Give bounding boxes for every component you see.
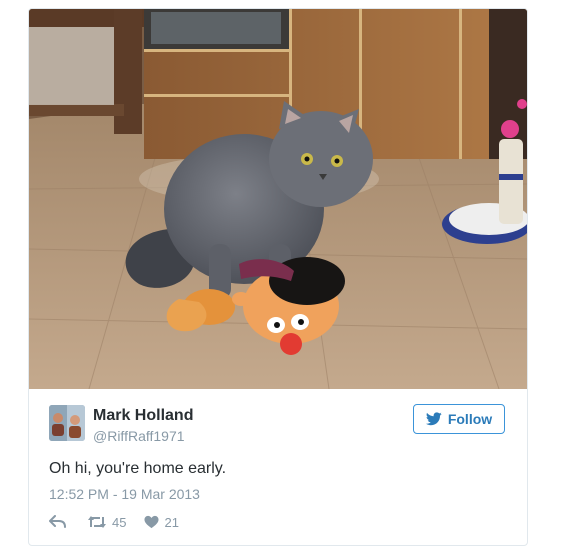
like-count: 21 [164,514,179,530]
author-name[interactable]: Mark Holland [93,407,193,425]
like-button[interactable]: 21 [144,514,179,530]
retweet-icon [88,516,106,528]
twitter-bird-icon [425,412,442,426]
follow-label: Follow [447,411,493,427]
follow-button[interactable]: Follow [413,404,505,434]
retweet-count: 45 [112,514,127,530]
tweet-actions: 45 21 [49,513,179,531]
avatar[interactable] [49,405,85,441]
author-handle[interactable]: @RiffRaff1971 [93,428,185,444]
reply-button[interactable] [49,515,67,529]
tweet-timestamp[interactable]: 12:52 PM - 19 Mar 2013 [49,486,200,502]
tweet-photo[interactable] [29,9,527,389]
retweet-button[interactable]: 45 [87,515,126,530]
tweet-card: Mark Holland @RiffRaff1971 Follow Oh hi,… [28,8,528,546]
tweet-text: Oh hi, you're home early. [49,460,227,477]
reply-icon [49,515,66,528]
heart-icon [144,515,159,529]
